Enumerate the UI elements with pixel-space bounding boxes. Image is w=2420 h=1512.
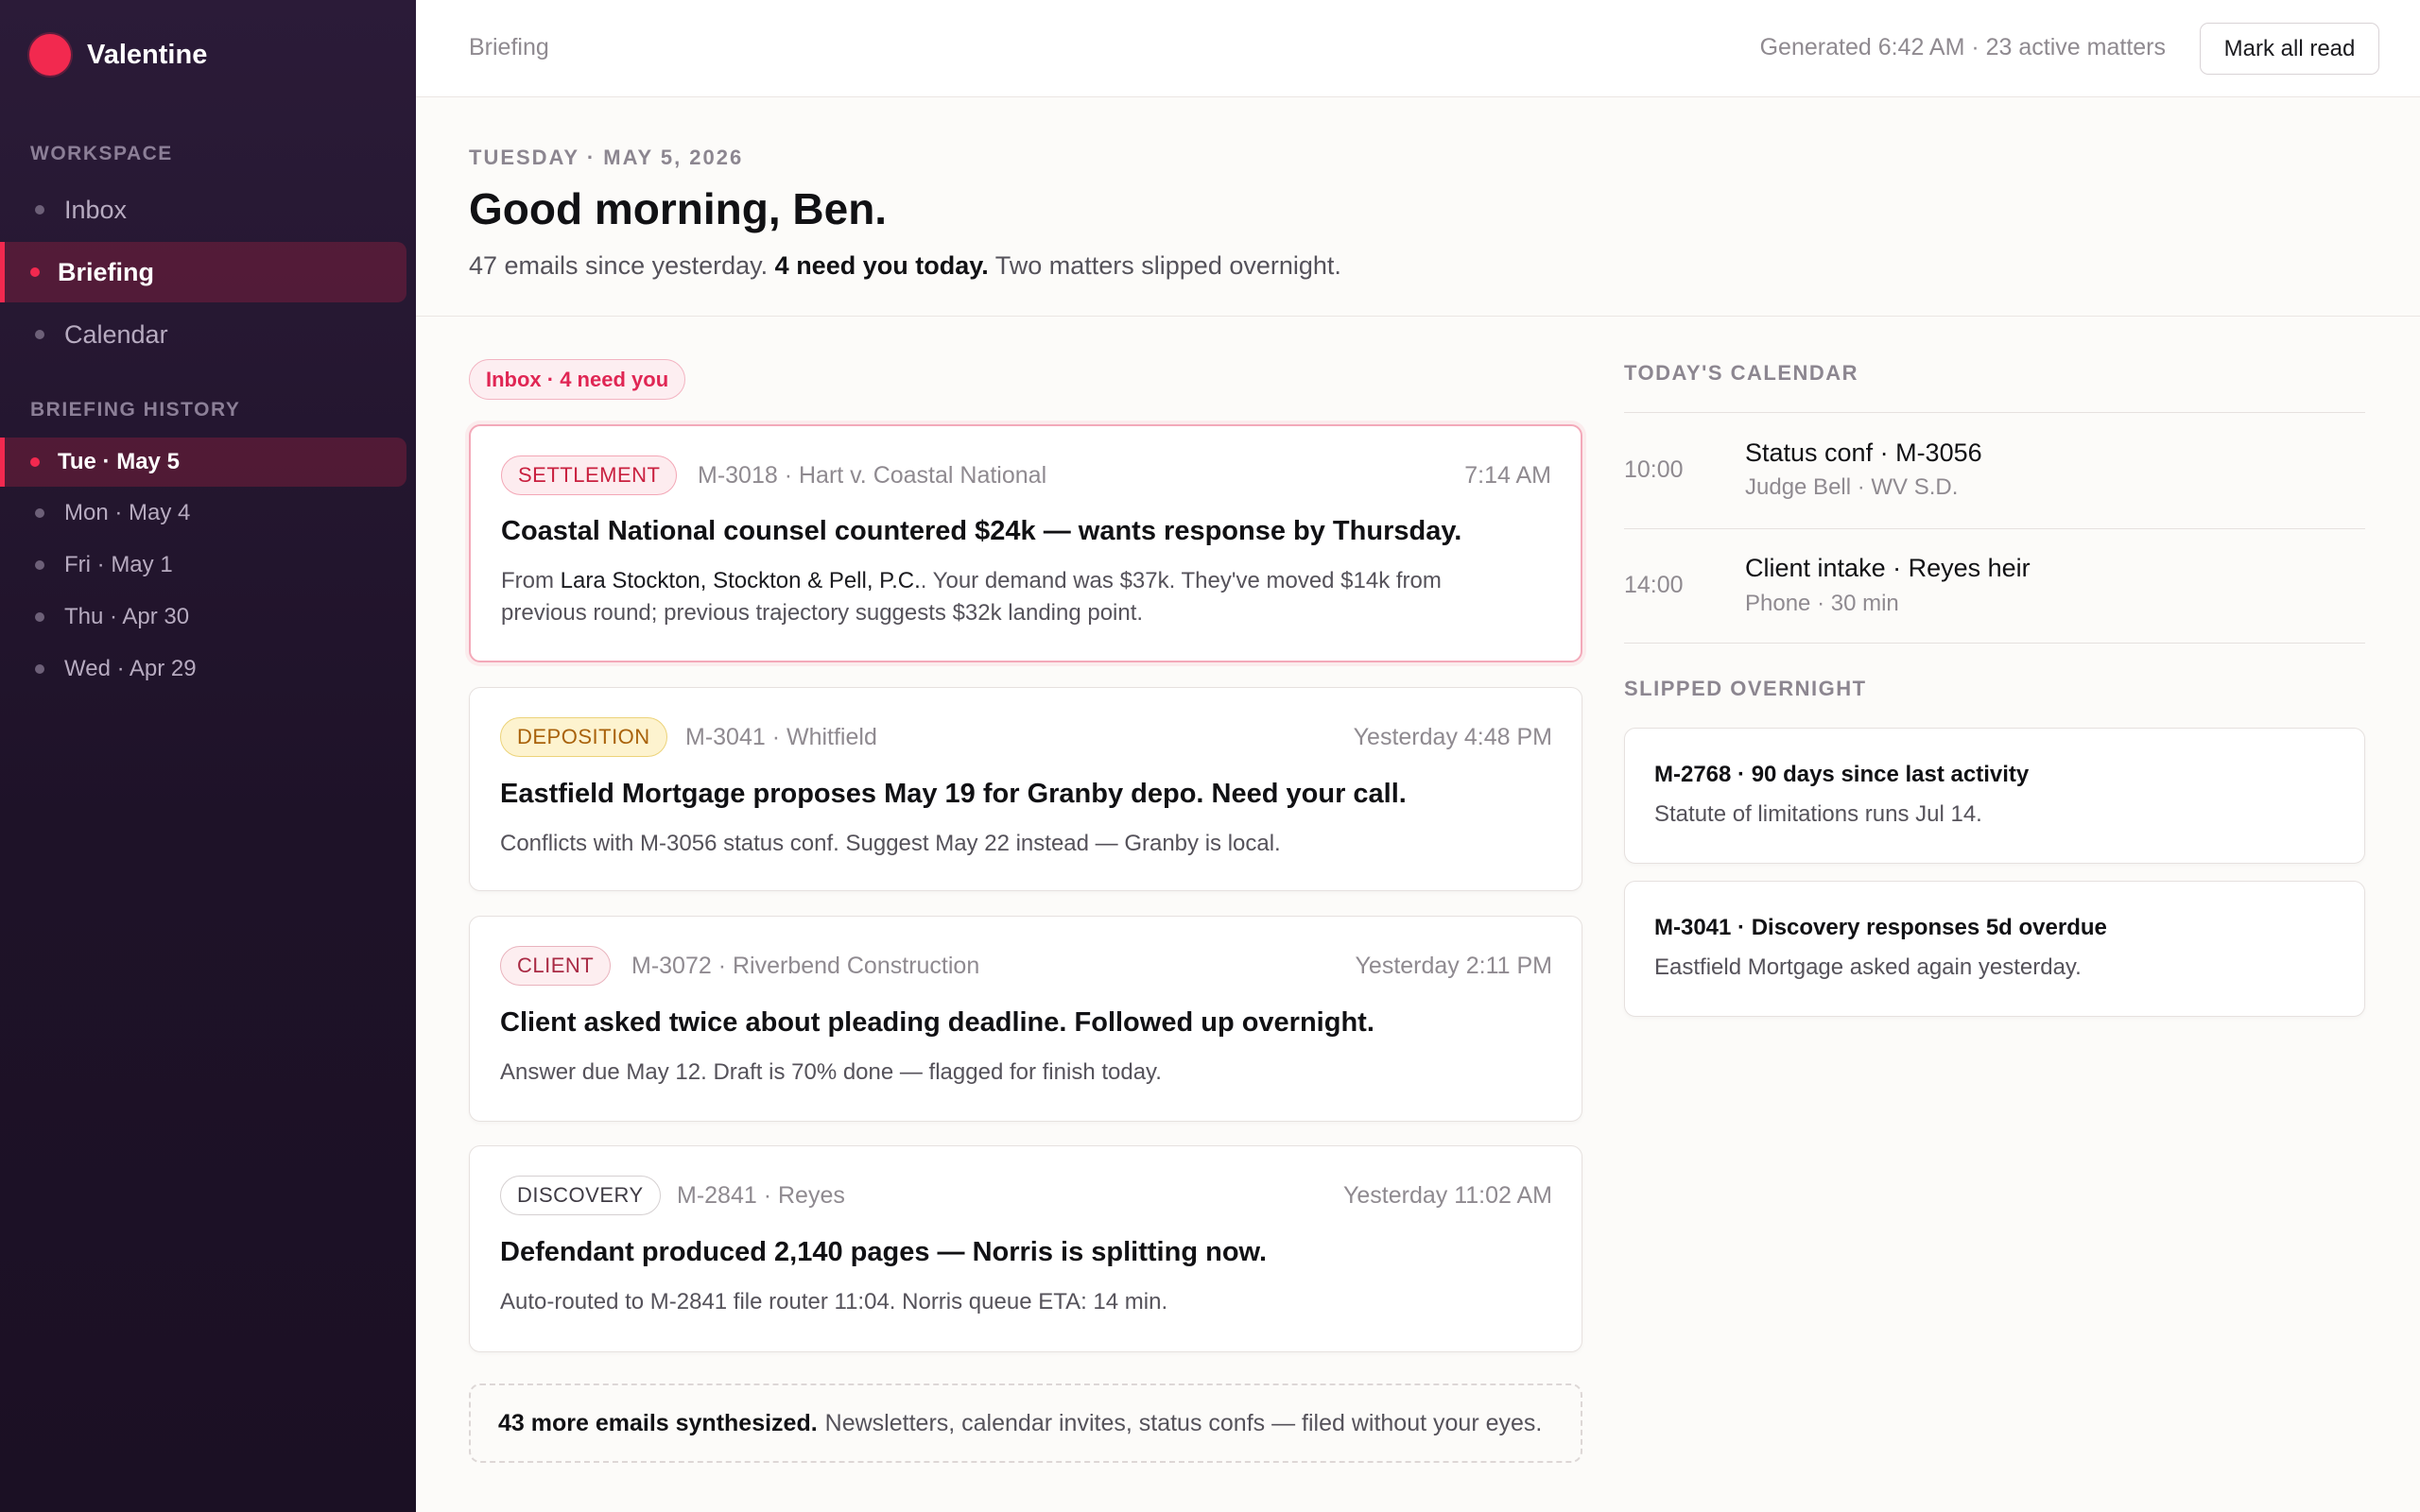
more-emails-count: 43 more emails synthesized.: [498, 1409, 818, 1436]
email-card-discovery[interactable]: DISCOVERY M-2841 · Reyes Yesterday 11:02…: [469, 1145, 1582, 1352]
history-item-label: Wed · Apr 29: [64, 656, 197, 681]
briefing-history-label: BRIEFING HISTORY: [30, 399, 241, 421]
calendar-section-label: TODAY'S CALENDAR: [1624, 361, 1859, 385]
bullet-icon: [35, 612, 44, 622]
inbox-count-badge[interactable]: Inbox · 4 need you: [469, 359, 686, 400]
workspace-section-label: WORKSPACE: [30, 143, 173, 164]
history-item-label: Thu · Apr 30: [64, 604, 190, 629]
history-item-thu-apr-30[interactable]: Thu · Apr 30: [0, 593, 406, 642]
bullet-icon: [35, 560, 44, 570]
email-title: Defendant produced 2,140 pages — Norris …: [500, 1237, 1268, 1267]
email-time: Yesterday 11:02 AM: [1343, 1182, 1552, 1209]
sidebar-item-label: Briefing: [58, 257, 155, 286]
mark-all-read-button[interactable]: Mark all read: [2200, 23, 2379, 75]
email-body: Conflicts with M-3056 status conf. Sugge…: [500, 831, 1281, 856]
email-time: 7:14 AM: [1464, 462, 1551, 489]
slipped-item[interactable]: M-2768 · 90 days since last activity Sta…: [1624, 728, 2365, 864]
slipped-item[interactable]: M-3041 · Discovery responses 5d overdue …: [1624, 881, 2365, 1017]
matter-label: M-2841 · Reyes: [677, 1182, 845, 1209]
matter-label: M-3041 · Whitfield: [685, 724, 877, 750]
email-time: Yesterday 2:11 PM: [1355, 953, 1552, 979]
slipped-item-title: M-3041 · Discovery responses 5d overdue: [1654, 915, 2107, 940]
breadcrumb[interactable]: Briefing: [469, 34, 549, 61]
tag-badge-settlement: SETTLEMENT: [501, 455, 678, 495]
bullet-icon: [35, 664, 44, 674]
tag-badge-deposition: DEPOSITION: [500, 717, 667, 757]
sidebar-item-label: Inbox: [64, 195, 128, 224]
email-body: From Lara Stockton, Stockton & Pell, P.C…: [501, 565, 1524, 629]
more-emails-summary[interactable]: 43 more emails synthesized. Newsletters,…: [469, 1383, 1582, 1463]
page-title: Good morning, Ben.: [469, 184, 888, 233]
slipped-item-body: Statute of limitations runs Jul 14.: [1654, 801, 1982, 827]
from-prefix: From: [501, 568, 554, 593]
email-body: Auto-routed to M-2841 file router 11:04.…: [500, 1289, 1168, 1314]
divider: [1624, 528, 2365, 529]
email-title: Coastal National counsel countered $24k …: [501, 516, 1462, 546]
event-time: 10:00: [1624, 456, 1684, 483]
email-body: Answer due May 12. Draft is 70% done — f…: [500, 1059, 1162, 1085]
history-item-mon-may-4[interactable]: Mon · May 4: [0, 489, 406, 538]
top-bar: Briefing Generated 6:42 AM · 23 active m…: [416, 0, 2420, 97]
briefing-header: TUESDAY · MAY 5, 2026 Good morning, Ben.…: [416, 98, 2420, 317]
sender-name[interactable]: Lara Stockton, Stockton & Pell, P.C.: [561, 568, 921, 593]
bullet-icon: [30, 267, 40, 277]
email-time: Yesterday 4:48 PM: [1353, 724, 1552, 750]
email-title: Client asked twice about pleading deadli…: [500, 1007, 1374, 1038]
slipped-item-body: Eastfield Mortgage asked again yesterday…: [1654, 954, 2082, 980]
history-item-tue-may-5[interactable]: Tue · May 5: [0, 438, 406, 487]
email-title: Eastfield Mortgage proposes May 19 for G…: [500, 779, 1407, 809]
more-emails-text: Newsletters, calendar invites, status co…: [824, 1409, 1543, 1436]
divider: [1624, 643, 2365, 644]
tag-badge-client: CLIENT: [500, 946, 612, 986]
matter-label: M-3018 · Hart v. Coastal National: [698, 462, 1047, 489]
summary-text-after: Two matters slipped overnight.: [994, 251, 1341, 280]
history-item-fri-may-1[interactable]: Fri · May 1: [0, 541, 406, 590]
bullet-icon: [35, 330, 44, 339]
history-item-label: Fri · May 1: [64, 552, 173, 577]
event-subtitle: Phone · 30 min: [1745, 591, 1899, 616]
divider: [1624, 412, 2365, 413]
app-name: Valentine: [87, 39, 208, 70]
bullet-icon: [35, 508, 44, 518]
email-card-deposition[interactable]: DEPOSITION M-3041 · Whitfield Yesterday …: [469, 687, 1582, 891]
matter-label: M-3072 · Riverbend Construction: [631, 953, 980, 979]
briefing-summary: 47 emails since yesterday. 4 need you to…: [469, 251, 1341, 281]
brand[interactable]: Valentine: [29, 34, 207, 76]
email-card-settlement[interactable]: SETTLEMENT M-3018 · Hart v. Coastal Nati…: [469, 424, 1582, 662]
generated-status: Generated 6:42 AM · 23 active matters: [1759, 34, 2166, 60]
sidebar-item-briefing[interactable]: Briefing: [0, 242, 406, 302]
bullet-icon: [30, 457, 40, 467]
sidebar: Valentine WORKSPACE Inbox Briefing Calen…: [0, 0, 416, 1512]
sidebar-item-inbox[interactable]: Inbox: [0, 180, 406, 240]
email-card-client[interactable]: CLIENT M-3072 · Riverbend Construction Y…: [469, 916, 1582, 1122]
event-subtitle: Judge Bell · WV S.D.: [1745, 474, 1959, 500]
briefing-date: TUESDAY · MAY 5, 2026: [469, 146, 744, 169]
summary-highlight: 4 need you today.: [774, 251, 989, 280]
summary-text: 47 emails since yesterday.: [469, 251, 769, 280]
tag-badge-discovery: DISCOVERY: [500, 1176, 661, 1215]
sidebar-item-calendar[interactable]: Calendar: [0, 304, 406, 365]
history-item-label: Tue · May 5: [58, 449, 180, 474]
event-title[interactable]: Client intake · Reyes heir: [1745, 554, 2031, 583]
history-item-wed-apr-29[interactable]: Wed · Apr 29: [0, 644, 406, 694]
history-item-label: Mon · May 4: [64, 500, 191, 525]
event-time: 14:00: [1624, 572, 1684, 598]
slipped-section-label: SLIPPED OVERNIGHT: [1624, 677, 1867, 700]
slipped-item-title: M-2768 · 90 days since last activity: [1654, 762, 2030, 787]
event-title[interactable]: Status conf · M-3056: [1745, 438, 1982, 468]
logo-icon: [29, 34, 71, 76]
bullet-icon: [35, 205, 44, 215]
sidebar-item-label: Calendar: [64, 319, 168, 349]
